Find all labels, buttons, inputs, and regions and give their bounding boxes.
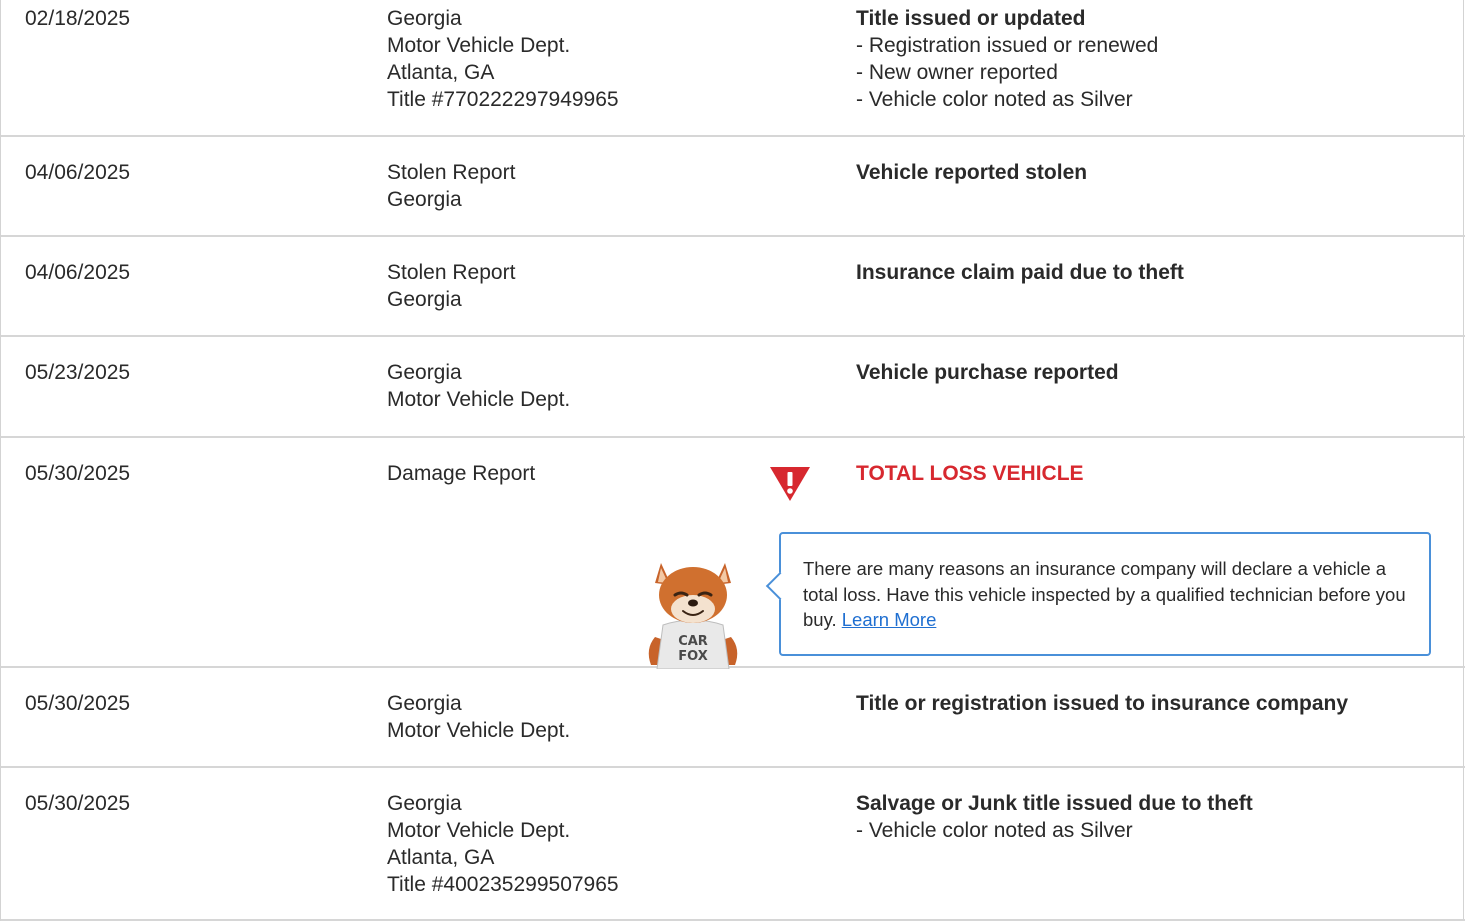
source-line: Motor Vehicle Dept. — [387, 388, 571, 411]
total-loss-callout: There are many reasons an insurance comp… — [765, 532, 1431, 656]
record-detail: - Vehicle color noted as Silver — [856, 819, 1133, 842]
table-row: 05/23/2025 Georgia Motor Vehicle Dept. V… — [1, 337, 1465, 438]
record-comments: Insurance claim paid due to theft — [856, 259, 1184, 286]
source-line: Motor Vehicle Dept. — [387, 34, 571, 57]
source-line: Title #770222297949965 — [387, 88, 619, 111]
source-line: Stolen Report — [387, 261, 516, 284]
record-detail: - Registration issued or renewed — [856, 34, 1159, 57]
record-comments: Salvage or Junk title issued due to thef… — [856, 790, 1253, 844]
record-comments: Vehicle purchase reported — [856, 359, 1119, 386]
record-headline: Insurance claim paid due to theft — [856, 261, 1184, 284]
record-source: Stolen Report Georgia — [387, 259, 515, 313]
record-headline: Title issued or updated — [856, 7, 1086, 30]
record-date: 02/18/2025 — [25, 7, 131, 30]
record-date: 05/30/2025 — [25, 462, 131, 485]
record-comments: Vehicle reported stolen — [856, 159, 1087, 186]
record-source: Damage Report — [387, 460, 535, 487]
learn-more-link[interactable]: Learn More — [842, 609, 937, 630]
record-source: Georgia Motor Vehicle Dept. Atlanta, GA … — [387, 790, 619, 898]
record-detail: - Vehicle color noted as Silver — [856, 88, 1133, 111]
source-line: Georgia — [387, 361, 462, 384]
table-row-total-loss: 05/30/2025 Damage Report TOTAL LOSS VEHI… — [1, 438, 1465, 669]
record-source: Georgia Motor Vehicle Dept. — [387, 359, 570, 413]
total-loss-headline: TOTAL LOSS VEHICLE — [856, 462, 1084, 485]
source-line: Georgia — [387, 692, 462, 715]
record-date: 04/06/2025 — [25, 261, 131, 284]
source-line: Georgia — [387, 188, 462, 211]
source-line: Title #400235299507965 — [387, 873, 619, 896]
record-source: Georgia Motor Vehicle Dept. Atlanta, GA … — [387, 5, 619, 113]
callout-text: There are many reasons an insurance comp… — [803, 558, 1406, 630]
table-row: 05/30/2025 Georgia Motor Vehicle Dept. A… — [1, 768, 1465, 921]
history-table: 02/18/2025 Georgia Motor Vehicle Dept. A… — [0, 0, 1465, 921]
record-headline: Title or registration issued to insuranc… — [856, 692, 1349, 715]
carfox-mascot-icon: CAR FOX — [648, 563, 738, 669]
mascot-shirt-text: FOX — [678, 649, 708, 664]
record-comments: Title issued or updated - Registration i… — [856, 5, 1158, 113]
record-date: 04/06/2025 — [25, 161, 131, 184]
source-line: Georgia — [387, 792, 462, 815]
record-source: Georgia Motor Vehicle Dept. — [387, 690, 570, 744]
table-row: 04/06/2025 Stolen Report Georgia Vehicle… — [1, 137, 1465, 237]
source-line: Atlanta, GA — [387, 61, 495, 84]
record-headline: Vehicle purchase reported — [856, 361, 1119, 384]
source-line: Motor Vehicle Dept. — [387, 819, 571, 842]
table-row: 05/30/2025 Georgia Motor Vehicle Dept. T… — [1, 668, 1465, 768]
source-line: Damage Report — [387, 462, 536, 485]
record-date: 05/30/2025 — [25, 792, 131, 815]
record-comments: Title or registration issued to insuranc… — [856, 690, 1348, 717]
table-row: 04/06/2025 Stolen Report Georgia Insuran… — [1, 237, 1465, 337]
record-detail: - New owner reported — [856, 61, 1058, 84]
callout-pointer — [765, 571, 795, 601]
record-source: Stolen Report Georgia — [387, 159, 515, 213]
record-date: 05/30/2025 — [25, 692, 131, 715]
warning-triangle-icon — [770, 467, 810, 501]
source-line: Atlanta, GA — [387, 846, 495, 869]
record-headline: Vehicle reported stolen — [856, 161, 1088, 184]
source-line: Georgia — [387, 7, 462, 30]
mascot-shirt-text: CAR — [678, 634, 708, 649]
record-headline: Salvage or Junk title issued due to thef… — [856, 792, 1253, 815]
record-date: 05/23/2025 — [25, 361, 131, 384]
source-line: Georgia — [387, 288, 462, 311]
table-row: 02/18/2025 Georgia Motor Vehicle Dept. A… — [1, 0, 1465, 137]
source-line: Motor Vehicle Dept. — [387, 719, 571, 742]
source-line: Stolen Report — [387, 161, 516, 184]
record-comments: TOTAL LOSS VEHICLE — [856, 460, 1084, 487]
